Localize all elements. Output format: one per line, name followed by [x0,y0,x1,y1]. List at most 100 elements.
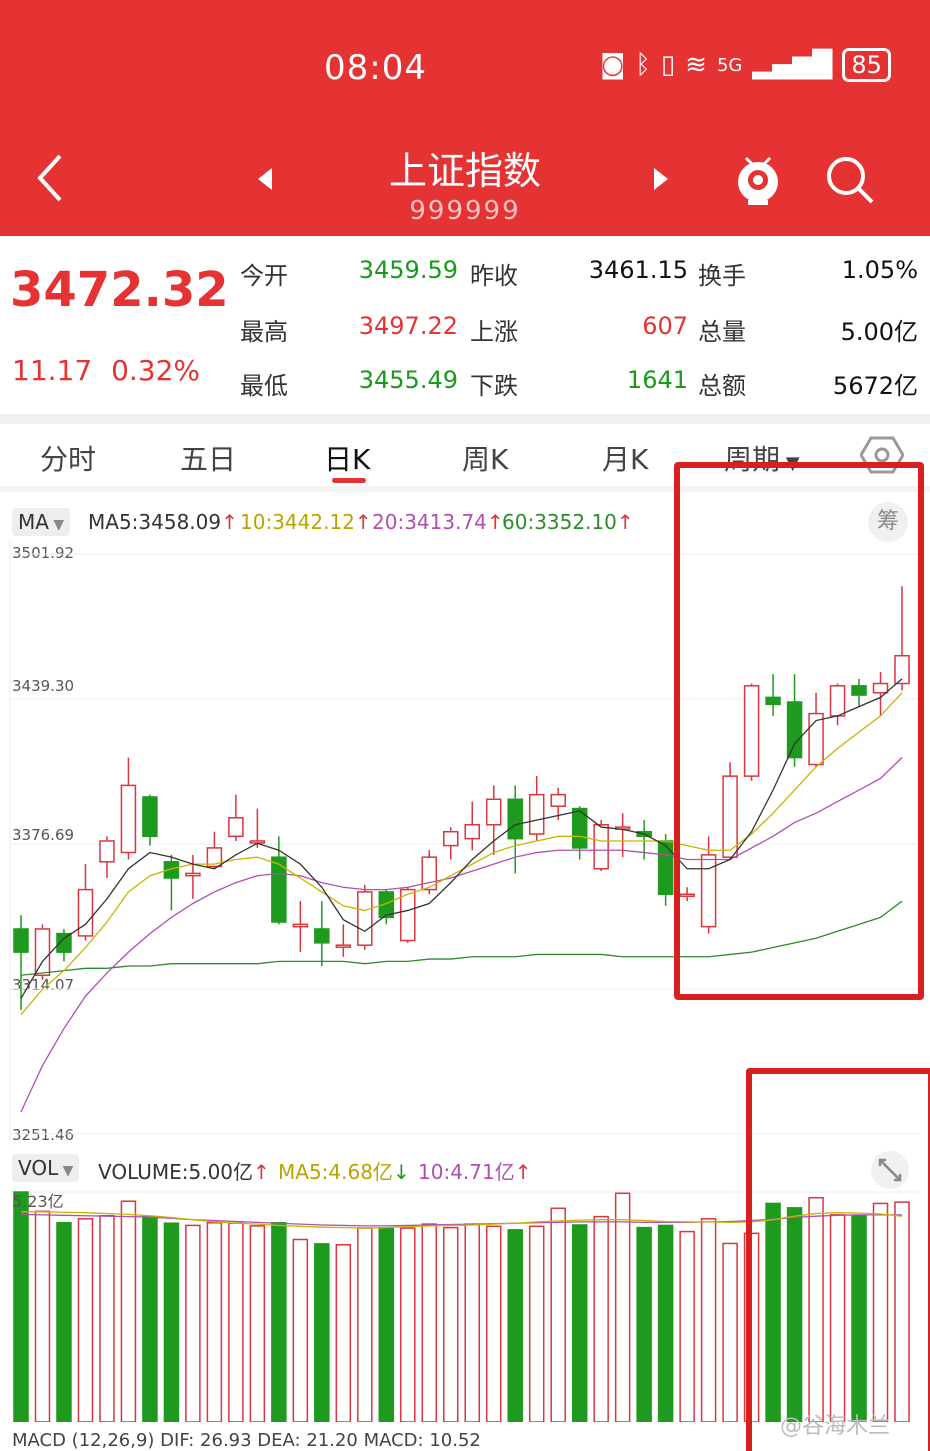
volume-bar [614,1192,631,1422]
vol-selector[interactable]: VOL ▼ [12,1154,80,1182]
label-advancers: 上涨 [470,318,518,346]
volume-bar [443,1226,459,1422]
mascot-icon[interactable] [732,150,784,206]
vibrate-icon: ▯ [660,50,676,80]
value-low: 3455.49 [358,366,458,394]
volume-bar [722,1242,738,1422]
tab-five-day[interactable]: 五日 [180,438,236,478]
candle [657,840,674,895]
status-icons: ◙ ᛒ ▯ ≋ 5G ▂▄▆█ 85 [600,48,891,82]
volume-bar [507,1229,523,1422]
volume-bar [292,1238,309,1422]
candle [507,798,523,840]
volume-bar [700,1218,717,1422]
volume-bar [56,1222,72,1422]
label-turnover: 换手 [698,262,746,290]
candle [185,872,201,877]
volume-bar [571,1224,588,1422]
volume-bar [421,1223,438,1422]
candle [400,888,416,942]
label-volume: 总量 [698,318,746,346]
arrow-up-icon: ↑ [253,1160,270,1184]
watermark: @谷海木兰 [780,1414,891,1439]
vol-ma5-legend-text: MA5:4.68亿 [278,1160,393,1184]
next-index-icon[interactable] [654,168,668,190]
candle [120,784,137,854]
ma20-legend-text: 20:3413.74 [372,510,487,534]
volume-bar [206,1222,223,1422]
ma-selector[interactable]: MA ▼ [12,508,71,536]
label-low: 最低 [240,372,288,400]
volume-bar [679,1230,695,1422]
macd-legend: MACD (12,26,9) DIF: 26.93 DEA: 21.20 MAC… [12,1430,481,1451]
value-amount: 5672亿 [832,372,918,400]
candle [357,891,373,946]
ma-selector-label: MA [18,510,49,534]
ma60-legend-text: 60:3352.10 [502,510,617,534]
volume-bar [657,1224,674,1422]
label-high: 最高 [240,318,288,346]
volume-bar [142,1215,158,1422]
value-decliners: 1641 [626,366,688,394]
value-open: 3459.59 [358,256,458,284]
active-tab-indicator [332,478,366,483]
tab-daily-k[interactable]: 日K [324,438,370,478]
arrow-up-icon: ↑ [514,1160,532,1184]
volume-bar [636,1226,652,1422]
cell-signal-icon: ▂▄▆█ [752,50,833,80]
volume-legend-text: VOLUME:5.00亿 [98,1160,254,1184]
status-time: 08:04 [324,48,427,88]
price-change: 11.17 0.32% [12,354,200,387]
highlight-box-volume [746,1068,930,1451]
volume-bar [335,1244,352,1422]
label-decliners: 下跌 [470,372,518,400]
candle [593,824,609,870]
volume-bar [314,1243,330,1422]
label-prev-close: 昨收 [470,262,518,290]
volume-bar [378,1227,395,1422]
bluetooth-icon: ᛒ [635,50,651,80]
volume-bar [185,1224,201,1422]
value-prev-close: 3461.15 [588,256,688,284]
arrow-down-icon: ↓ [392,1160,410,1184]
volume-bar [593,1215,609,1422]
candle [443,830,459,847]
candle [13,928,29,953]
candle [99,840,115,863]
ma10-legend: 10:3442.12↑ [240,510,372,534]
label-amount: 总额 [698,372,746,400]
volume-bar [163,1222,180,1422]
divider [0,414,930,424]
value-high: 3497.22 [358,312,458,340]
ma20-legend: 20:3413.74↑ [372,510,504,534]
volume-bar [34,1210,51,1422]
arrow-up-icon: ↑ [354,510,372,534]
candle [314,928,330,944]
tab-intraday[interactable]: 分时 [40,438,96,478]
caret-down-icon: ▼ [58,1163,74,1179]
volume-bar [357,1227,373,1422]
page-title: 上证指数 [388,149,541,193]
label-open: 今开 [240,262,288,290]
vol-ma10-legend-text: 10:4.71亿 [418,1160,515,1184]
vol-selector-label: VOL [18,1156,59,1180]
candle [528,793,545,835]
arrow-up-icon: ↑ [616,510,634,534]
volume-bar [120,1200,137,1422]
tab-monthly-k[interactable]: 月K [602,438,648,478]
ma5-legend-text: MA5:3458.09 [88,510,222,534]
candle [464,824,480,840]
arrow-up-icon: ↑ [221,510,238,534]
candle [335,944,352,948]
change-percent: 0.32% [111,354,201,387]
change-value: 11.17 [12,354,93,387]
value-turnover: 1.05% [841,256,918,284]
volume-bar [400,1227,416,1422]
wifi-icon: ≋ [685,50,707,80]
volume-bar [464,1223,480,1422]
search-icon[interactable] [824,154,876,206]
value-advancers: 607 [642,312,688,340]
volume-max-label: 5.23亿 [12,1192,64,1211]
tab-weekly-k[interactable]: 周K [462,438,508,478]
candle [34,928,51,977]
